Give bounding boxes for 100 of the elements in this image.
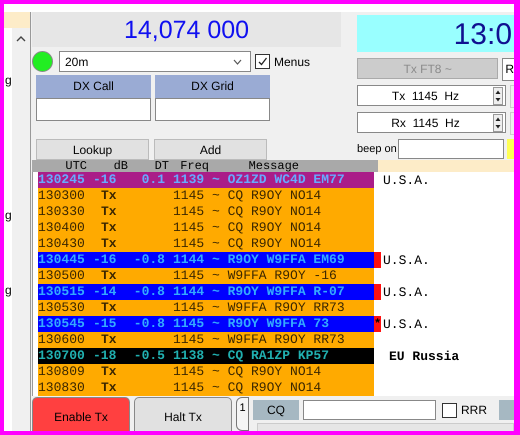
table-cell-text: Tx: [100, 268, 118, 284]
table-cell-text: Tx: [100, 220, 118, 236]
table-cell-text: 1144: [173, 252, 206, 268]
table-cell-text: ~ W9FFA R9OY RR73: [212, 332, 346, 348]
country-text: U.S.A.: [383, 316, 430, 332]
table-cell-text: Tx: [100, 204, 118, 220]
band-dropdown[interactable]: 20m: [59, 51, 251, 72]
indicator-block: [506, 139, 514, 159]
enable-tx-button[interactable]: Enable Tx: [32, 397, 130, 431]
table-cell-text: 130830: [38, 380, 86, 396]
status-led: [32, 51, 53, 72]
table-cell-text: 130530: [38, 300, 86, 316]
table-cell-text: Tx: [100, 300, 118, 316]
spin-arrows-icon[interactable]: [493, 86, 503, 104]
table-cell-text: -0.8: [132, 252, 166, 268]
scroll-up-icon[interactable]: [16, 36, 26, 42]
table-cell-text: -18: [93, 348, 118, 364]
table-cell-text: -16: [93, 172, 118, 188]
table-cell-text: ~ CQ R9OY NO14: [212, 236, 322, 252]
input-field[interactable]: [36, 98, 151, 121]
column-header: DX Call: [36, 75, 151, 98]
table-cell-text: ~ CQ R9OY NO14: [212, 188, 322, 204]
table-cell-text: 130300: [38, 188, 86, 204]
cut-text: g: [5, 283, 12, 297]
spin-arrows-icon[interactable]: [493, 114, 503, 132]
table-cell-text: ~ CQ R9OY NO14: [212, 204, 322, 220]
table-cell-text: 130809: [38, 364, 86, 380]
spin-box[interactable]: Rx 1145 Hz: [357, 112, 506, 133]
decode-row[interactable]: 130809 Tx 1145 ~ CQ R9OY NO14: [38, 364, 374, 380]
table-cell-text: 130700: [38, 348, 86, 364]
table-cell-text: ~ R9OY W9FFA 73: [212, 316, 330, 332]
table-cell-text: 1145: [173, 380, 206, 396]
panel-header: [4, 12, 30, 28]
table-cell-text: 1138: [173, 348, 206, 364]
rrr-checkbox[interactable]: [442, 402, 457, 418]
cut-text: g: [5, 73, 12, 87]
menus-checkbox[interactable]: [255, 54, 270, 69]
table-cell-text: ~ CQ R9OY NO14: [212, 380, 322, 396]
table-cell-text: -15: [93, 316, 118, 332]
table-cell-text: 130600: [38, 332, 86, 348]
input-field[interactable]: [398, 139, 504, 159]
table-cell-text: 130515: [38, 284, 86, 300]
table-cell-text: Tx: [100, 364, 118, 380]
table-cell-text: 1145: [173, 332, 206, 348]
input-field[interactable]: [303, 400, 436, 420]
table-cell-text: 1139: [173, 172, 206, 188]
decode-row[interactable]: 130300 Tx 1145 ~ CQ R9OY NO14: [38, 188, 374, 204]
action-button[interactable]: Add: [154, 139, 267, 160]
table-cell-text: 130545: [38, 316, 86, 332]
table-cell-text: 1144: [173, 284, 206, 300]
input-field[interactable]: [155, 98, 270, 121]
table-cell-text: Tx: [100, 332, 118, 348]
table-cell-text: 130445: [38, 252, 86, 268]
column-header: UTC: [64, 160, 87, 172]
decode-row[interactable]: 130530 Tx 1145 ~ W9FFA R9OY RR73: [38, 300, 374, 316]
column-header: DX Grid: [155, 75, 270, 98]
tab[interactable]: 1: [236, 397, 249, 431]
decode-row[interactable]: 130330 Tx 1145 ~ CQ R9OY NO14: [38, 204, 374, 220]
table-cell-text: 1145: [173, 236, 206, 252]
table-cell-text: -0.8: [132, 284, 166, 300]
spin-box[interactable]: Tx 1145 Hz: [357, 85, 506, 106]
column-header: Freq: [179, 160, 209, 172]
table-cell-text: ~ CQ R9OY NO14: [212, 220, 322, 236]
table-cell-text: 1145: [173, 316, 206, 332]
table-cell-text: 130400: [38, 220, 86, 236]
cq-label: CQ: [253, 400, 299, 420]
table-cell-text: 130500: [38, 268, 86, 284]
decode-row[interactable]: 130430 Tx 1145 ~ CQ R9OY NO14: [38, 236, 374, 252]
table-cell-text: 130430: [38, 236, 86, 252]
decode-row[interactable]: 130700 -18 -0.5 1138 ~ CQ RA1ZP KP57: [38, 348, 374, 364]
table-cell-text: ~ W9FFA R9OY RR73: [212, 300, 346, 316]
decode-row[interactable]: 130500 Tx 1145 ~ W9FFA R9OY -16: [38, 268, 374, 284]
table-cell-text: ~ R9OY W9FFA R-07: [212, 284, 346, 300]
table-cell-text: ~ CQ RA1ZP KP57: [212, 348, 330, 364]
table-cell-text: ~ W9FFA R9OY -16: [212, 268, 338, 284]
side-button[interactable]: R: [502, 58, 514, 81]
beep-label: beep on: [357, 143, 397, 155]
rrr-label: RRR: [461, 403, 487, 417]
decode-row[interactable]: 130400 Tx 1145 ~ CQ R9OY NO14: [38, 220, 374, 236]
table-cell-text: -16: [93, 252, 118, 268]
decode-row[interactable]: 130600 Tx 1145 ~ W9FFA R9OY RR73: [38, 332, 374, 348]
table-cell-text: Tx: [100, 380, 118, 396]
halt-tx-button[interactable]: Halt Tx: [134, 397, 232, 431]
table-cell-text: 130245: [38, 172, 86, 188]
table-cell-text: ~ OZ1ZD WC4D EM77: [212, 172, 346, 188]
table-cell-text: 1145: [173, 300, 206, 316]
flag-marker: *: [374, 316, 381, 332]
table-cell-text: 0.1: [140, 172, 166, 188]
action-button[interactable]: Lookup: [36, 139, 149, 160]
chevron-down-icon: [233, 58, 242, 64]
decode-row[interactable]: 130830 Tx 1145 ~ CQ R9OY NO14: [38, 380, 374, 396]
column-header: DT: [154, 160, 169, 172]
menus-label: Menus: [274, 54, 310, 68]
table-cell-text: Tx: [100, 188, 118, 204]
table-cell-text: 1145: [173, 188, 206, 204]
checkmark-icon: [257, 56, 268, 67]
cut-text: g: [5, 208, 12, 222]
table-cell-text: ~ R9OY W9FFA EM69: [212, 252, 346, 268]
clock-display: 13:0: [357, 15, 514, 52]
column-header: dB: [112, 160, 128, 172]
